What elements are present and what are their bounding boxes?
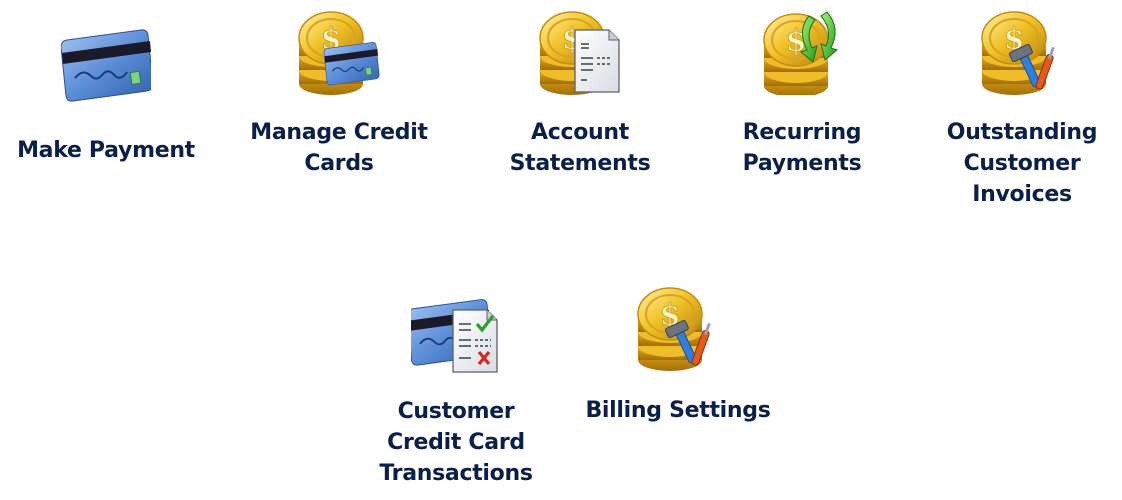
- coins-credit-card-icon[interactable]: [294, 0, 384, 95]
- coins-tools-icon[interactable]: [977, 0, 1067, 95]
- recurring-payments-label[interactable]: Recurring Payments: [702, 117, 902, 179]
- coins-recurring-arrows-icon[interactable]: [757, 0, 847, 95]
- coins-statement-icon[interactable]: [535, 0, 625, 95]
- outstanding-customer-invoices-label[interactable]: Outstanding Customer Invoices: [922, 117, 1122, 210]
- billing-settings-label[interactable]: Billing Settings: [578, 395, 778, 426]
- coins-tools-icon[interactable]: [633, 276, 723, 371]
- customer-credit-card-transactions-label[interactable]: Customer Credit Card Transactions: [356, 396, 556, 489]
- credit-card-checklist-icon[interactable]: [411, 284, 501, 379]
- account-statements-tile[interactable]: Account Statements: [480, 0, 680, 179]
- account-statements-label[interactable]: Account Statements: [480, 117, 680, 179]
- manage-credit-cards-tile[interactable]: Manage Credit Cards: [239, 0, 439, 179]
- make-payment-label[interactable]: Make Payment: [6, 135, 206, 166]
- credit-card-icon[interactable]: [61, 16, 151, 111]
- make-payment-tile[interactable]: Make Payment: [6, 16, 206, 166]
- manage-credit-cards-label[interactable]: Manage Credit Cards: [239, 117, 439, 179]
- recurring-payments-tile[interactable]: Recurring Payments: [702, 0, 902, 179]
- customer-credit-card-transactions-tile[interactable]: Customer Credit Card Transactions: [356, 284, 556, 489]
- billing-settings-tile[interactable]: Billing Settings: [578, 276, 778, 426]
- outstanding-customer-invoices-tile[interactable]: Outstanding Customer Invoices: [922, 0, 1122, 210]
